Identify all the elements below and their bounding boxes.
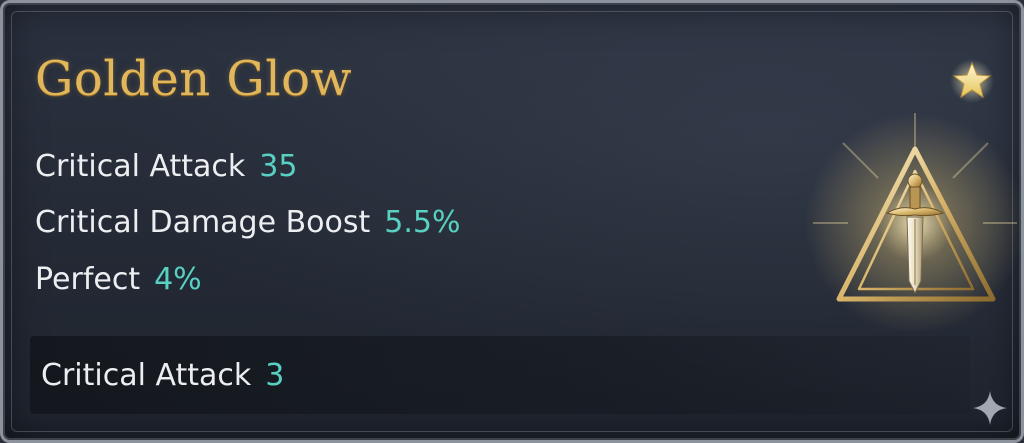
star-icon[interactable] [949, 58, 995, 104]
stat-label: Critical Damage Boost [35, 205, 371, 240]
stat-row: Critical Damage Boost 5.5% [35, 204, 461, 242]
stat-value: 35 [259, 149, 298, 184]
bonus-stat-label: Critical Attack [41, 358, 252, 393]
item-name: Golden Glow [35, 51, 353, 107]
stat-value: 4% [154, 262, 202, 297]
stat-label: Perfect [35, 262, 141, 297]
bonus-stat-value: 3 [265, 358, 285, 393]
sparkle-icon [973, 391, 1007, 425]
stat-row: Critical Attack 35 [35, 148, 297, 186]
stat-label: Critical Attack [35, 149, 246, 184]
item-tooltip-card: Golden Glow Critical Attack 35 Critical D… [0, 0, 1024, 443]
triangle-sword-emblem-icon [805, 113, 1024, 333]
bonus-stat-row: Critical Attack 3 [41, 357, 284, 395]
stat-row: Perfect 4% [35, 261, 202, 299]
stat-value: 5.5% [384, 205, 461, 240]
